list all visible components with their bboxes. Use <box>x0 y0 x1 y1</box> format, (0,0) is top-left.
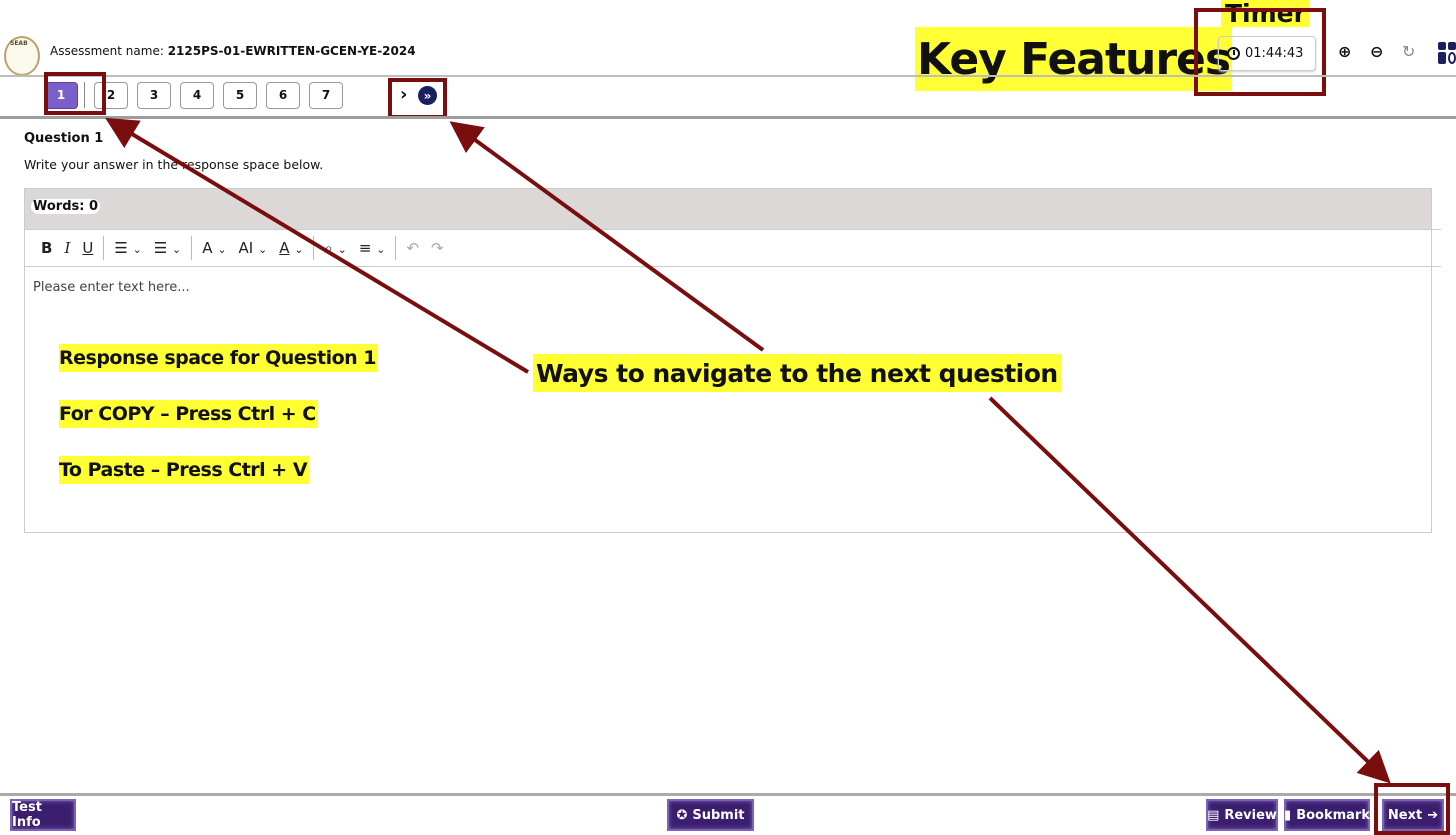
toolbar-separator <box>103 236 105 260</box>
question-button-6[interactable]: 6 <box>266 81 300 109</box>
toolbar-separator <box>313 236 315 260</box>
font-color-icon: A <box>279 239 290 257</box>
review-label: Review <box>1224 807 1277 823</box>
assessment-value: 2125PS-01-EWRITTEN-GCEN-YE-2024 <box>167 44 416 58</box>
chevron-down-icon: ⌄ <box>294 243 304 256</box>
question-title: Question 1 <box>24 131 104 146</box>
bookmark-button[interactable]: ▮ Bookmark <box>1284 799 1370 831</box>
undo-button[interactable]: ↶ <box>400 239 425 257</box>
chevron-down-icon: ⌄ <box>217 243 227 256</box>
question-button-3[interactable]: 3 <box>137 81 171 109</box>
zoom-out-icon[interactable]: ⊖ <box>1370 42 1383 61</box>
nav-arrows-highlight-box <box>388 78 447 119</box>
seab-logo: SEAB <box>4 36 40 76</box>
question-button-7[interactable]: 7 <box>309 81 343 109</box>
align-icon: ≡ <box>358 239 372 257</box>
chevron-down-icon: ⌄ <box>337 243 347 256</box>
copy-hint-annotation: For COPY – Press Ctrl + C <box>59 400 318 428</box>
next-button-highlight-box <box>1374 783 1450 835</box>
chevron-down-icon: ⌄ <box>258 243 268 256</box>
paste-hint-annotation: To Paste – Press Ctrl + V <box>59 456 310 484</box>
editor-placeholder[interactable]: Please enter text here... <box>33 280 190 295</box>
toolbar-separator <box>191 236 193 260</box>
check-badge-icon: ✪ <box>676 807 688 823</box>
font-color-button[interactable]: A ⌄ <box>273 239 309 257</box>
header-divider <box>0 75 1456 77</box>
italic-button[interactable]: I <box>58 239 76 257</box>
numbered-list-button[interactable]: ☰ ⌄ <box>148 239 187 257</box>
font-size-icon: A <box>202 239 213 257</box>
grid-menu-icon[interactable] <box>1438 42 1456 64</box>
text-case-icon: AI <box>238 239 254 257</box>
numbered-list-icon: ☰ <box>153 239 168 257</box>
bold-button[interactable]: B <box>35 239 58 257</box>
nav-divider <box>0 116 1456 119</box>
test-info-button[interactable]: Test Info <box>10 799 76 831</box>
submit-label: Submit <box>692 807 745 823</box>
review-button[interactable]: ▤ Review <box>1206 799 1278 831</box>
bookmark-label: Bookmark <box>1296 807 1370 823</box>
zoom-in-icon[interactable]: ⊕ <box>1338 42 1351 61</box>
chevron-down-icon: ⌄ <box>132 243 142 256</box>
key-features-annotation: Key Features <box>915 27 1233 91</box>
font-size-button[interactable]: A ⌄ <box>196 239 232 257</box>
align-button[interactable]: ≡ ⌄ <box>353 239 392 257</box>
question-instruction: Write your answer in the response space … <box>24 157 324 172</box>
question-1-highlight-box <box>44 72 106 115</box>
word-count: Words: 0 <box>31 199 101 214</box>
question-button-4[interactable]: 4 <box>180 81 214 109</box>
text-case-button[interactable]: AI ⌄ <box>233 239 274 257</box>
underline-button[interactable]: U <box>76 239 99 257</box>
navigate-annotation: Ways to navigate to the next question <box>533 354 1061 392</box>
review-icon: ▤ <box>1207 807 1220 823</box>
bullet-list-icon: ☰ <box>114 239 128 257</box>
footer-divider <box>0 793 1456 796</box>
bullet-list-button[interactable]: ☰ ⌄ <box>108 239 147 257</box>
editor-toolbar: B I U ☰ ⌄ ☰ ⌄ A ⌄ AI ⌄ A ⌄ ⌕ ⌄ ≡ ⌄ ↶ ↷ <box>25 229 1441 267</box>
find-replace-button[interactable]: ⌕ ⌄ <box>318 239 352 257</box>
find-replace-icon: ⌕ <box>324 239 333 257</box>
timer: 01:44:43 <box>1218 36 1316 71</box>
logo-text: SEAB <box>10 40 28 47</box>
submit-button[interactable]: ✪ Submit <box>667 799 754 831</box>
reset-icon[interactable]: ↻ <box>1402 42 1415 61</box>
question-button-5[interactable]: 5 <box>223 81 257 109</box>
timer-value: 01:44:43 <box>1245 46 1304 61</box>
word-count-bar <box>25 189 1431 229</box>
toolbar-separator <box>395 236 397 260</box>
redo-button[interactable]: ↷ <box>425 239 450 257</box>
assessment-label: Assessment name: <box>50 44 164 58</box>
chevron-down-icon: ⌄ <box>376 243 386 256</box>
assessment-name: Assessment name: 2125PS-01-EWRITTEN-GCEN… <box>50 44 416 58</box>
clock-icon <box>1227 47 1240 60</box>
response-space-annotation: Response space for Question 1 <box>59 344 378 372</box>
bookmark-icon: ▮ <box>1284 807 1292 823</box>
chevron-down-icon: ⌄ <box>172 243 182 256</box>
